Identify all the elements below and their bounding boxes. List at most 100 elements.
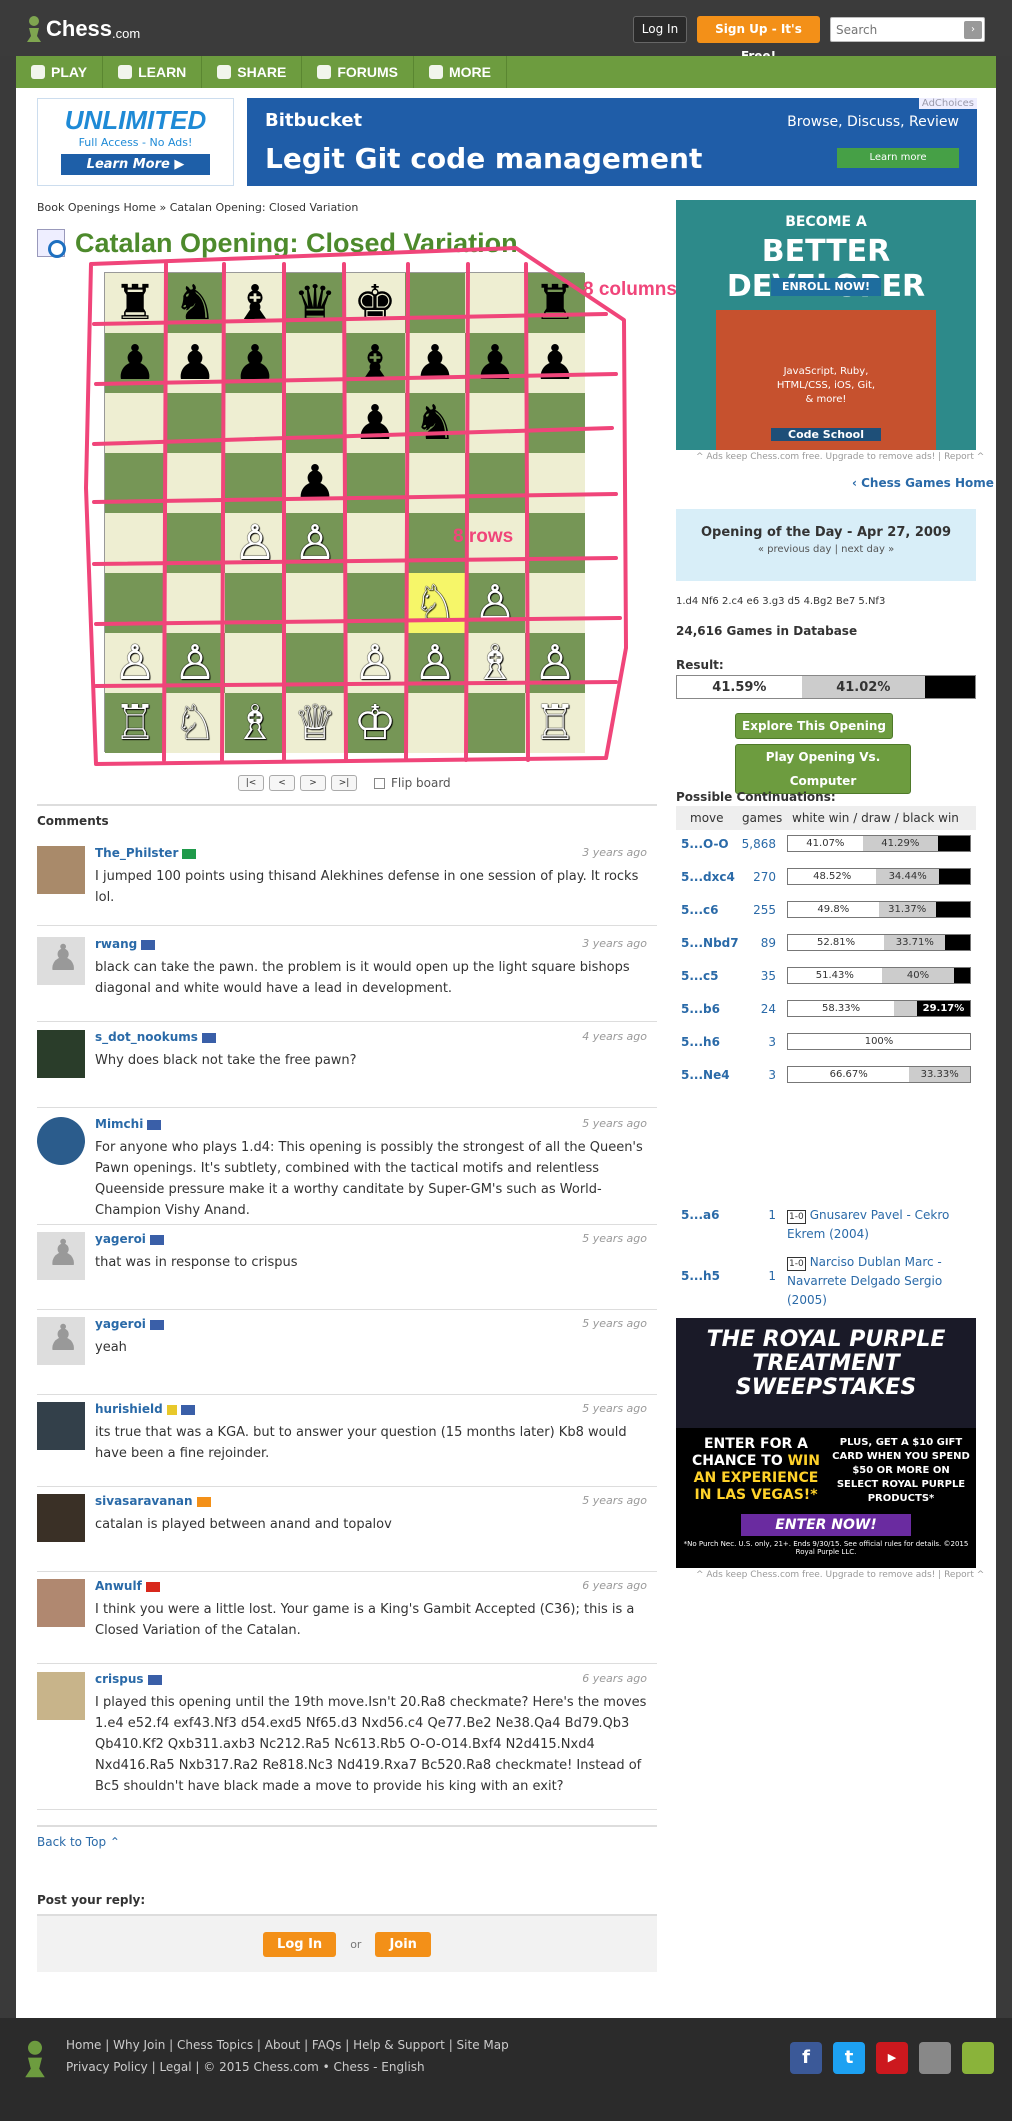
- avatar[interactable]: [37, 1494, 85, 1542]
- comment-user[interactable]: hurishield: [95, 1402, 195, 1416]
- chess-piece[interactable]: ♙: [353, 633, 396, 693]
- board-square-c1[interactable]: ♗: [225, 693, 285, 753]
- board-square-b5[interactable]: [165, 453, 225, 513]
- board-square-f3[interactable]: ♘: [405, 573, 465, 633]
- chess-piece[interactable]: ♟: [233, 333, 276, 393]
- chess-piece[interactable]: ♟: [413, 333, 456, 393]
- board-square-d4[interactable]: ♙: [285, 513, 345, 573]
- chess-piece[interactable]: ♝: [353, 333, 396, 393]
- code-school-ad[interactable]: BECOME A BETTER DEVELOPER ENROLL NOW! Ja…: [676, 200, 976, 450]
- board-square-b7[interactable]: ♟: [165, 333, 225, 393]
- comment-user[interactable]: Mimchi: [95, 1117, 162, 1131]
- comment-user[interactable]: s_dot_nookums: [95, 1030, 216, 1044]
- back-to-top-link[interactable]: Back to Top ⌃: [37, 1825, 657, 1849]
- continuation-move[interactable]: 5...h5: [681, 1269, 720, 1283]
- continuation-move[interactable]: 5...a6: [681, 1208, 719, 1222]
- ad-note-bottom[interactable]: ^ Ads keep Chess.com free. Upgrade to re…: [696, 1570, 984, 1580]
- signup-button[interactable]: Sign Up - It's Free!: [697, 16, 820, 63]
- board-square-b8[interactable]: ♞: [165, 273, 225, 333]
- board-square-c6[interactable]: [225, 393, 285, 453]
- adchoices-label[interactable]: AdChoices: [918, 98, 977, 109]
- chess-piece[interactable]: ♚: [353, 273, 396, 333]
- continuation-move[interactable]: 5...h6: [681, 1035, 720, 1049]
- avatar[interactable]: [37, 1672, 85, 1720]
- nav-share[interactable]: SHARE: [202, 56, 303, 88]
- board-square-e7[interactable]: ♝: [345, 333, 405, 393]
- continuation-move[interactable]: 5...Nbd7: [681, 936, 739, 950]
- board-square-b1[interactable]: ♘: [165, 693, 225, 753]
- board-square-g6[interactable]: [465, 393, 525, 453]
- play-vs-computer-button[interactable]: Play Opening Vs. Computer: [735, 744, 911, 794]
- board-square-f1[interactable]: [405, 693, 465, 753]
- chess-piece[interactable]: ♟: [353, 393, 396, 453]
- chess-piece[interactable]: ♖: [113, 693, 156, 753]
- comment-user[interactable]: yageroi: [95, 1317, 164, 1331]
- avatar[interactable]: [37, 1030, 85, 1078]
- chess-piece[interactable]: ♙: [113, 633, 156, 693]
- continuation-move[interactable]: 5...O-O: [681, 837, 729, 851]
- bitbucket-ad[interactable]: Bitbucket Legit Git code management Brow…: [247, 98, 977, 186]
- board-square-b2[interactable]: ♙: [165, 633, 225, 693]
- royal-purple-ad[interactable]: THE ROYAL PURPLE TREATMENT SWEEPSTAKES E…: [676, 1318, 976, 1568]
- board-square-e2[interactable]: ♙: [345, 633, 405, 693]
- board-square-h8[interactable]: ♜: [525, 273, 585, 333]
- nav-play[interactable]: PLAY: [16, 56, 104, 88]
- chess-piece[interactable]: ♙: [233, 513, 276, 573]
- comment-user[interactable]: yageroi: [95, 1232, 164, 1246]
- chess-piece[interactable]: ♟: [293, 453, 336, 513]
- chess-piece[interactable]: ♙: [173, 633, 216, 693]
- board-square-h6[interactable]: [525, 393, 585, 453]
- board-square-d6[interactable]: [285, 393, 345, 453]
- board-square-g2[interactable]: ♗: [465, 633, 525, 693]
- chess-piece[interactable]: ♟: [113, 333, 156, 393]
- board-square-f6[interactable]: ♞: [405, 393, 465, 453]
- board-square-b4[interactable]: [165, 513, 225, 573]
- footer-links-primary[interactable]: Home | Why Join | Chess Topics | About |…: [66, 2038, 509, 2052]
- chess-piece[interactable]: ♝: [233, 273, 276, 333]
- reply-join-button[interactable]: Join: [375, 1931, 431, 1957]
- board-square-b3[interactable]: [165, 573, 225, 633]
- board-square-e6[interactable]: ♟: [345, 393, 405, 453]
- board-square-f7[interactable]: ♟: [405, 333, 465, 393]
- board-square-h5[interactable]: [525, 453, 585, 513]
- avatar[interactable]: [37, 937, 85, 985]
- search-input[interactable]: [831, 18, 959, 41]
- chess-piece[interactable]: ♟: [533, 333, 576, 393]
- prev-move-button[interactable]: <: [269, 775, 295, 791]
- board-square-f8[interactable]: [405, 273, 465, 333]
- chess-piece[interactable]: ♞: [413, 393, 456, 453]
- chess-piece[interactable]: ♔: [353, 693, 396, 753]
- explore-opening-button[interactable]: Explore This Opening: [735, 713, 893, 739]
- board-square-c4[interactable]: ♙: [225, 513, 285, 573]
- avatar[interactable]: [37, 1117, 85, 1165]
- chess-piece[interactable]: ♗: [233, 693, 276, 753]
- footer-links-secondary[interactable]: Privacy Policy | Legal | © 2015 Chess.co…: [66, 2060, 425, 2074]
- board-square-h3[interactable]: [525, 573, 585, 633]
- chess-piece[interactable]: ♖: [533, 693, 576, 753]
- chess-logo[interactable]: Chess .com: [24, 12, 140, 46]
- avatar[interactable]: [37, 1232, 85, 1280]
- chess-piece[interactable]: ♙: [293, 513, 336, 573]
- board-square-g3[interactable]: ♙: [465, 573, 525, 633]
- next-move-button[interactable]: >: [300, 775, 326, 791]
- board-square-d1[interactable]: ♕: [285, 693, 345, 753]
- cs-cta[interactable]: ENROLL NOW!: [771, 278, 881, 296]
- unlimited-ad[interactable]: UNLIMITED Full Access - No Ads! Learn Mo…: [37, 98, 234, 186]
- nav-forums[interactable]: FORUMS: [302, 56, 414, 88]
- breadcrumb-home[interactable]: Book Openings Home: [37, 201, 156, 214]
- board-square-a4[interactable]: [105, 513, 165, 573]
- board-square-h1[interactable]: ♖: [525, 693, 585, 753]
- board-square-a7[interactable]: ♟: [105, 333, 165, 393]
- board-square-c3[interactable]: [225, 573, 285, 633]
- chess-piece[interactable]: ♘: [413, 573, 456, 633]
- avatar[interactable]: [37, 846, 85, 894]
- nav-learn[interactable]: LEARN: [103, 56, 203, 88]
- twitter-icon[interactable]: t: [833, 2042, 865, 2074]
- bitbucket-cta[interactable]: Learn more: [837, 148, 959, 168]
- board-square-d8[interactable]: ♛: [285, 273, 345, 333]
- first-move-button[interactable]: |<: [238, 775, 264, 791]
- continuation-move[interactable]: 5...c5: [681, 969, 719, 983]
- otd-nav-links[interactable]: « previous day | next day »: [676, 544, 976, 555]
- chess-piece[interactable]: ♜: [533, 273, 576, 333]
- board-square-d5[interactable]: ♟: [285, 453, 345, 513]
